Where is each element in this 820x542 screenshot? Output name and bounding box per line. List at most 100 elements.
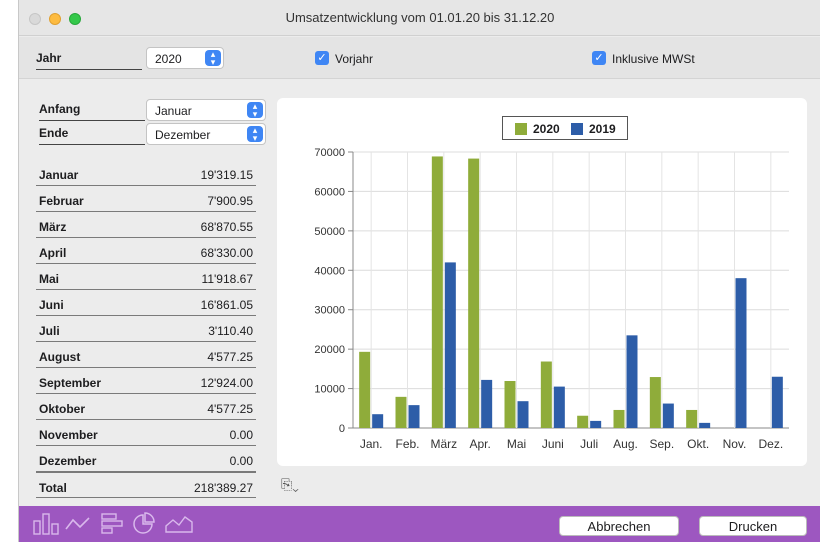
y-tick-label: 30000	[314, 305, 345, 317]
x-tick-label: Juni	[542, 437, 564, 451]
month-name: November	[39, 428, 98, 442]
stepper-icon[interactable]: ▴ ▾	[205, 50, 221, 67]
bar-2020-8	[649, 377, 661, 428]
x-tick-label: Juli	[580, 437, 598, 451]
x-tick-label: Aug.	[613, 437, 638, 451]
month-value: 4'577.25	[207, 402, 253, 416]
monthly-totals-panel: Anfang Januar ▴ ▾ Ende Dezember ▴ ▾ Januar…	[19, 80, 269, 500]
bar-chart-icon[interactable]	[33, 513, 59, 535]
bar-2020-5	[540, 361, 552, 428]
month-name: September	[39, 376, 102, 390]
bar-2019-5	[553, 386, 565, 428]
month-value: 11'918.67	[201, 272, 253, 286]
title-bar: Umsatzentwicklung vom 01.01.20 bis 31.12…	[19, 0, 820, 36]
bar-2020-1	[395, 396, 407, 428]
month-value: 3'110.40	[208, 324, 253, 338]
legend-swatch-2019	[571, 123, 583, 135]
bar-2019-8	[662, 403, 674, 428]
month-name: Dezember	[39, 454, 97, 468]
stepper-icon[interactable]: ▴ ▾	[247, 126, 263, 143]
bar-2019-9	[699, 422, 711, 428]
bar-2019-4	[517, 401, 529, 428]
legend-label-2020: 2020	[533, 122, 560, 136]
line-chart-icon[interactable]	[65, 515, 91, 533]
month-name: August	[39, 350, 81, 364]
ende-label: Ende	[39, 126, 145, 145]
bar-2020-0	[359, 351, 371, 428]
month-value: 0.00	[229, 454, 253, 468]
month-name: Februar	[39, 194, 84, 208]
legend-swatch-2020	[515, 123, 527, 135]
y-tick-label: 10000	[314, 384, 345, 396]
bar-2019-3	[481, 379, 493, 428]
print-button[interactable]: Drucken	[699, 516, 807, 536]
month-name: Mai	[39, 272, 60, 286]
bar-2019-2	[444, 262, 456, 428]
bar-2020-4	[504, 381, 516, 428]
bar-2019-11	[771, 376, 783, 428]
ende-value: Dezember	[155, 128, 211, 142]
month-name: April	[39, 246, 67, 260]
export-icon[interactable]: ⎘⌄	[281, 476, 299, 493]
vorjahr-label: Vorjahr	[335, 52, 374, 66]
y-tick-label: 70000	[314, 147, 345, 159]
month-value: 19'319.15	[200, 168, 253, 182]
bar-2020-7	[613, 409, 625, 428]
cancel-button[interactable]: Abbrechen	[559, 516, 679, 536]
mwst-label: Inklusive MWSt	[612, 52, 695, 66]
report-window: Umsatzentwicklung vom 01.01.20 bis 31.12…	[18, 0, 820, 542]
bar-chart: 0 10000 20000 30000 40000 50000 60000 70000 Jan.…	[314, 147, 789, 451]
bar-2019-10	[735, 278, 747, 428]
x-tick-label: Feb.	[395, 437, 419, 451]
month-row: Mai 11'918.67	[36, 264, 256, 290]
x-tick-label: Jan.	[360, 437, 383, 451]
month-row: September 12'924.00	[36, 368, 256, 394]
horizontal-bar-icon[interactable]	[101, 513, 125, 535]
bar-2020-6	[577, 415, 589, 428]
jahr-value: 2020	[155, 52, 182, 66]
x-tick-label: Nov.	[723, 437, 747, 451]
month-row: August 4'577.25	[36, 342, 256, 368]
y-tick-label: 60000	[314, 186, 345, 198]
legend-label-2019: 2019	[589, 122, 616, 136]
month-value: 0.00	[229, 428, 253, 442]
bar-2019-0	[372, 414, 384, 428]
x-tick-label: Apr.	[469, 437, 490, 451]
bar-2019-1	[408, 405, 420, 428]
x-tick-label: Dez.	[758, 437, 783, 451]
month-value: 4'577.25	[207, 350, 253, 364]
total-label: Total	[39, 481, 67, 495]
anfang-select[interactable]: Januar ▴ ▾	[146, 99, 266, 121]
month-row: Dezember 0.00	[36, 446, 256, 472]
month-name: Juli	[39, 324, 60, 338]
area-chart-icon[interactable]	[165, 514, 193, 534]
x-tick-label: Mai	[507, 437, 526, 451]
vorjahr-checkbox[interactable]: ✓	[315, 51, 329, 65]
month-row: März 68'870.55	[36, 212, 256, 238]
month-value: 68'330.00	[200, 246, 253, 260]
month-row: November 0.00	[36, 420, 256, 446]
month-row: Oktober 4'577.25	[36, 394, 256, 420]
ende-select[interactable]: Dezember ▴ ▾	[146, 123, 266, 145]
chart-legend: 2020 2019	[502, 116, 628, 140]
x-tick-label: März	[430, 437, 457, 451]
bar-2020-9	[686, 409, 698, 428]
pie-chart-icon[interactable]	[131, 512, 155, 536]
mwst-checkbox[interactable]: ✓	[592, 51, 606, 65]
month-value: 68'870.55	[200, 220, 253, 234]
options-row: Jahr 2020 ▴ ▾ ✓ Vorjahr ✓ Inklusive MWSt	[19, 37, 820, 79]
bar-2020-2	[431, 156, 443, 429]
month-value: 12'924.00	[200, 376, 253, 390]
total-value: 218'389.27	[193, 481, 253, 495]
month-name: Oktober	[39, 402, 86, 416]
x-tick-label: Sep.	[649, 437, 674, 451]
anfang-label: Anfang	[39, 102, 145, 121]
y-tick-label: 40000	[314, 265, 345, 277]
month-name: März	[39, 220, 67, 234]
month-row: Februar 7'900.95	[36, 186, 256, 212]
bar-2019-7	[626, 335, 638, 428]
x-tick-label: Okt.	[687, 437, 709, 451]
stepper-icon[interactable]: ▴ ▾	[247, 102, 263, 119]
jahr-select[interactable]: 2020 ▴ ▾	[146, 47, 224, 69]
month-row: Juni 16'861.05	[36, 290, 256, 316]
